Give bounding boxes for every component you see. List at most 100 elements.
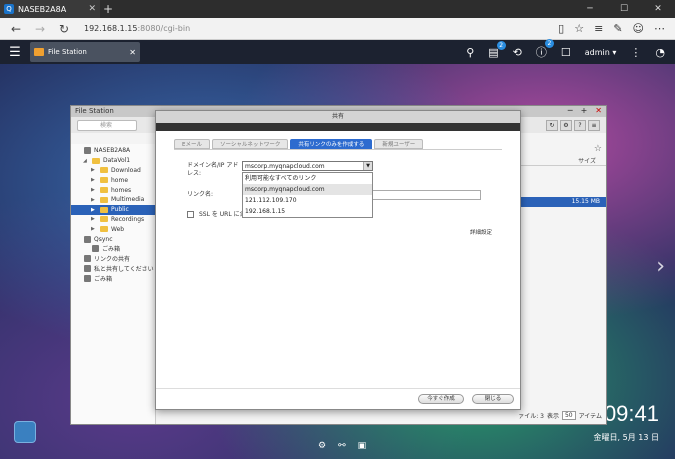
window-close-icon[interactable]: ✕ xyxy=(641,4,675,14)
back-arrow-icon[interactable]: ← xyxy=(4,22,28,36)
app-tab-file-station[interactable]: File Station ✕ xyxy=(30,42,140,62)
recycle-bin-icon[interactable] xyxy=(14,421,36,443)
qts-topbar: ☰ File Station ✕ ⚲ ▤ 2 ⟲ ⓘ 2 ☐ admin ▾ ⋮ ◔ xyxy=(0,39,675,64)
fs-tool-buttons: ↻ ⚙ ? ≡ xyxy=(546,120,600,131)
expand-arrow-icon[interactable]: ▶ xyxy=(91,216,97,222)
folder-tree: NASEB2A8A ◢ DataVol1 ▶ Download ▶ home ▶ homes ▶ M… xyxy=(71,144,156,424)
tree-item-label: DataVol1 xyxy=(103,157,131,165)
tab-email[interactable]: Eメール xyxy=(174,139,210,149)
tab-new-user[interactable]: 新規ユーザー xyxy=(374,139,424,149)
dock-link-icon[interactable]: ⚯ xyxy=(338,441,346,451)
expand-arrow-icon[interactable]: ▶ xyxy=(91,167,97,173)
tab-create-link-only[interactable]: 共有リンクのみを作成する xyxy=(290,139,373,149)
create-now-button[interactable]: 今すぐ作成 xyxy=(418,394,464,404)
expand-arrow-icon[interactable]: ◢ xyxy=(83,158,89,164)
fs-maximize-icon[interactable]: + xyxy=(581,106,588,115)
fs-window-controls: ─ + ✕ xyxy=(568,106,602,115)
url-path: :8080/cgi-bin xyxy=(137,24,191,33)
tab-social-network[interactable]: ソーシャルネットワーク xyxy=(211,139,289,149)
domain-dropdown-list: 利用可能なすべてのリンク mscorp.myqnapcloud.com 121.… xyxy=(242,172,373,218)
tree-item[interactable]: ▶ Multimedia xyxy=(71,195,155,205)
folder-icon xyxy=(100,167,108,174)
expand-arrow-icon[interactable]: ▶ xyxy=(91,207,97,213)
external-device-icon[interactable]: ⟲ xyxy=(513,46,522,59)
refresh-icon[interactable]: ↻ xyxy=(546,120,558,131)
url-field[interactable]: 192.168.1.15:8080/cgi-bin xyxy=(84,24,190,33)
tree-item[interactable]: NASEB2A8A xyxy=(71,146,155,156)
dropdown-option-highlighted[interactable]: mscorp.myqnapcloud.com xyxy=(243,184,372,195)
refresh-icon[interactable]: ↻ xyxy=(52,22,76,36)
link-name-input[interactable] xyxy=(372,190,481,200)
notification-icon[interactable]: ⓘ 2 xyxy=(536,39,554,60)
share-tabs: Eメール ソーシャルネットワーク 共有リンクのみを作成する 新規ユーザー xyxy=(174,139,424,149)
next-page-arrow-icon[interactable]: › xyxy=(656,254,665,279)
tree-item-label: ごみ箱 xyxy=(94,275,113,283)
expand-arrow-icon[interactable]: ▶ xyxy=(91,177,97,183)
fs-close-icon[interactable]: ✕ xyxy=(595,106,602,115)
tree-item[interactable]: ごみ箱 xyxy=(71,273,155,283)
reading-view-icon[interactable]: ▯ xyxy=(558,22,564,35)
more-icon[interactable]: ≡ xyxy=(588,120,600,131)
chevron-down-icon[interactable]: ▼ xyxy=(363,162,372,170)
user-menu[interactable]: admin ▾ xyxy=(585,48,617,57)
minimize-icon[interactable]: ─ xyxy=(573,4,607,14)
tree-item[interactable]: ▶ home xyxy=(71,175,155,185)
domain-select[interactable]: mscorp.myqnapcloud.com ▼ xyxy=(242,161,373,171)
node-icon xyxy=(84,235,91,243)
advanced-settings-link[interactable]: 詳細設定 xyxy=(470,228,492,236)
folder-icon xyxy=(100,206,108,213)
new-tab-button[interactable]: + xyxy=(100,2,116,16)
expand-arrow-icon[interactable]: ▶ xyxy=(91,226,97,232)
options-icon[interactable]: ⋮ xyxy=(630,46,641,59)
dropdown-option[interactable]: 利用可能なすべてのリンク xyxy=(243,173,372,184)
tree-item-label: Web xyxy=(111,225,125,233)
settings-icon[interactable]: ⚙ xyxy=(560,120,572,131)
dock-settings-icon[interactable]: ⚙ xyxy=(318,441,326,451)
tree-item[interactable]: ▶ Public xyxy=(71,204,155,215)
close-button[interactable]: 閉じる xyxy=(472,394,514,404)
more-icon[interactable]: ⋯ xyxy=(654,22,665,35)
hub-icon[interactable]: ≡ xyxy=(594,22,603,35)
main-menu-icon[interactable]: ☰ xyxy=(0,45,30,60)
share-dialog-title: 共有 xyxy=(156,111,520,123)
browser-tab[interactable]: Q NASEB2A8A ✕ xyxy=(0,0,100,18)
favorite-star-icon[interactable]: ☆ xyxy=(594,144,602,154)
background-tasks-icon[interactable]: ▤ 2 xyxy=(488,40,506,59)
tree-item[interactable]: リンクの共有 xyxy=(71,254,155,264)
user-avatar-icon[interactable]: ☐ xyxy=(561,46,571,59)
dialog-header-bar xyxy=(156,123,520,131)
tab-divider xyxy=(174,149,502,150)
dropdown-option[interactable]: 192.168.1.15 xyxy=(243,206,372,217)
expand-arrow-icon[interactable]: ▶ xyxy=(91,187,97,193)
tab-close-icon[interactable]: ✕ xyxy=(88,4,96,14)
help-icon[interactable]: ? xyxy=(574,120,586,131)
folder-icon xyxy=(100,196,108,203)
per-page-select[interactable]: 50 xyxy=(561,411,576,420)
forward-arrow-icon[interactable]: → xyxy=(28,22,52,36)
dock: ⚙ ⚯ ▣ xyxy=(318,441,366,451)
maximize-icon[interactable]: ☐ xyxy=(607,4,641,14)
tree-item[interactable]: ▶ Download xyxy=(71,166,155,176)
fs-search-input[interactable]: 検索 xyxy=(77,119,137,131)
search-icon[interactable]: ⚲ xyxy=(466,46,474,59)
tree-item[interactable]: ▶ Web xyxy=(71,224,155,234)
tree-item[interactable]: ▶ homes xyxy=(71,185,155,195)
app-tab-close-icon[interactable]: ✕ xyxy=(129,48,136,57)
tree-item-label: Qsync xyxy=(94,235,113,243)
tree-item[interactable]: ◢ DataVol1 xyxy=(71,156,155,166)
expand-arrow-icon[interactable]: ▶ xyxy=(91,197,97,203)
tree-item[interactable]: ▶ Recordings xyxy=(71,215,155,225)
dashboard-icon[interactable]: ◔ xyxy=(655,46,665,59)
favorite-star-icon[interactable]: ☆ xyxy=(574,22,584,35)
tree-item[interactable]: ごみ箱 xyxy=(71,244,155,254)
dropdown-option[interactable]: 121.112.109.170 xyxy=(243,195,372,206)
fs-status-bar: ァイル: 3 表示 50 アイテム xyxy=(518,411,602,420)
tree-item[interactable]: Qsync xyxy=(71,234,155,244)
dock-app-icon[interactable]: ▣ xyxy=(358,441,367,451)
ssl-checkbox[interactable] xyxy=(187,211,194,218)
ssl-label: SSL を URL に含 xyxy=(199,211,246,218)
web-note-icon[interactable]: ✎ xyxy=(613,22,622,35)
fs-minimize-icon[interactable]: ─ xyxy=(568,106,573,115)
share-icon[interactable]: ☺ xyxy=(633,22,644,35)
tree-item[interactable]: 私と共有してください xyxy=(71,264,155,274)
